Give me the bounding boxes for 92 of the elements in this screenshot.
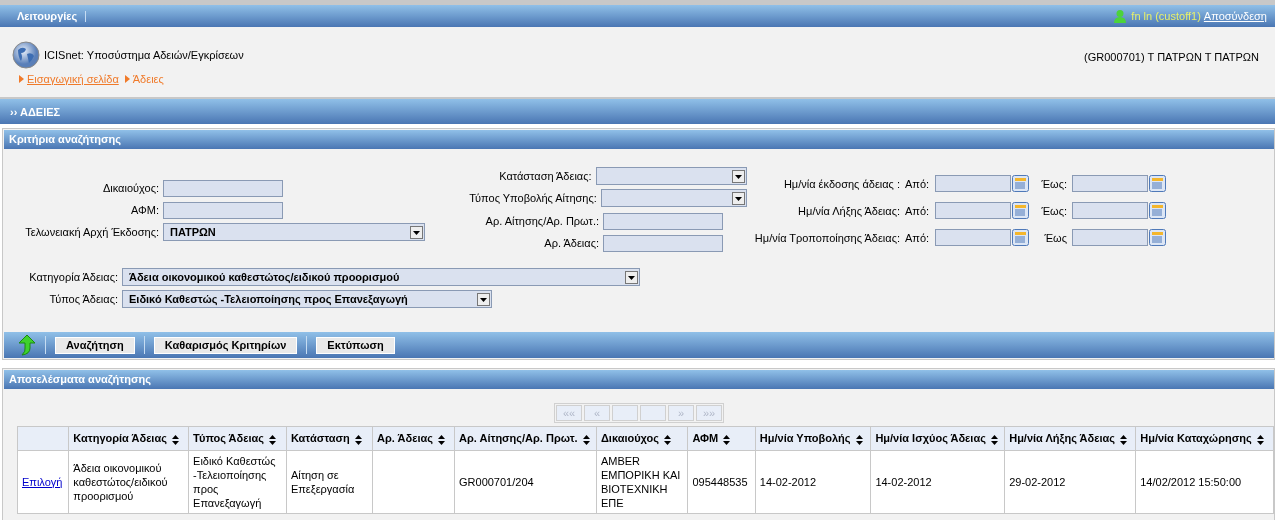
caret-icon xyxy=(477,292,490,306)
sort-icon[interactable] xyxy=(582,434,590,445)
toolbar-button[interactable]: Αναζήτηση xyxy=(55,336,135,354)
dropdown[interactable] xyxy=(600,189,747,207)
caret-icon xyxy=(732,169,745,183)
panel-header: Κριτήρια αναζήτησης xyxy=(4,130,1274,149)
table-cell: 14-02-2012 xyxy=(755,450,871,514)
column-header[interactable]: Ημ/νία Λήξης Άδειας xyxy=(1004,426,1136,451)
column-header[interactable]: Κατηγορία Άδειας xyxy=(68,426,189,451)
field-label: Τελωνειακή Αρχή Έκδοσης: xyxy=(24,226,159,238)
text-field[interactable] xyxy=(603,234,723,252)
sort-icon[interactable] xyxy=(990,434,998,445)
calendar-icon[interactable] xyxy=(1012,175,1029,192)
field-label: Κατηγορία Άδειας: xyxy=(28,271,118,283)
field-label: Κατάσταση Άδειας: xyxy=(498,170,592,182)
field-label: Ημ/νία Λήξης Άδειας: xyxy=(797,204,900,217)
sort-icon[interactable] xyxy=(1256,434,1264,445)
to-label: Έως xyxy=(1043,231,1067,244)
sort-icon[interactable] xyxy=(1120,434,1127,445)
toolbar-button[interactable]: Καθαρισμός Κριτηρίων xyxy=(153,336,298,354)
text-field[interactable] xyxy=(163,201,283,219)
column-header[interactable]: Δικαιούχος xyxy=(596,426,688,451)
date-field[interactable] xyxy=(1072,202,1148,219)
dropdown[interactable]: Άδεια οικονομικού καθεστώτος/ειδικού προορισμού xyxy=(122,268,640,286)
sort-icon[interactable] xyxy=(723,434,731,445)
arrow-icon xyxy=(19,75,24,83)
user-name: fn ln (custoff1) xyxy=(1131,10,1201,22)
dropdown[interactable] xyxy=(595,167,747,185)
date-field[interactable] xyxy=(1072,175,1148,192)
table-cell: Ειδικό Καθεστώς -Τελειοποίησης προς Επανεξαγωγή xyxy=(188,450,287,514)
table-cell: 095448535 xyxy=(687,450,756,514)
field-label: Τύπος Υποβολής Αίτησης: xyxy=(468,192,597,204)
field-label: Αρ. Αίτησης/Αρ. Πρωτ.: xyxy=(484,215,599,227)
table-cell: AMBER ΕΜΠΟΡΙΚΗ ΚΑΙ ΒΙΟΤΕΧΝΙΚΗ ΕΠΕ xyxy=(596,450,688,514)
calendar-icon[interactable] xyxy=(1012,229,1029,246)
sort-icon[interactable] xyxy=(855,434,863,445)
calendar-icon[interactable] xyxy=(1149,202,1166,219)
table-cell: 29-02-2012 xyxy=(1004,450,1136,514)
table-cell: Αίτηση σε Επεξεργασία xyxy=(286,450,373,514)
calendar-icon[interactable] xyxy=(1149,229,1166,246)
field-label: ΑΦΜ: xyxy=(130,204,159,216)
date-field[interactable] xyxy=(1072,229,1148,246)
sort-icon[interactable] xyxy=(269,434,277,445)
dropdown[interactable]: ΠΑΤΡΩΝ xyxy=(163,223,425,241)
calendar-icon[interactable] xyxy=(1012,202,1029,219)
field-label: Ημ/νία έκδοσης άδειας : xyxy=(782,177,900,190)
field-label: Ημ/νία Τροποποίησης Άδειας: xyxy=(753,231,900,244)
table-cell: 14/02/2012 15:50:00 xyxy=(1135,450,1274,514)
column-header[interactable]: Ημ/νία Ισχύος Άδειας xyxy=(870,426,1005,451)
table-cell: Άδεια οικονομικού καθεστώτος/ειδικού προορισμού xyxy=(68,450,189,514)
toolbar-button[interactable]: Εκτύπωση xyxy=(316,336,395,354)
caret-icon xyxy=(625,270,638,284)
from-label: Από: xyxy=(905,177,931,190)
sort-icon[interactable] xyxy=(438,434,445,445)
column-header[interactable]: Ημ/νία Καταχώρησης xyxy=(1135,426,1274,451)
table-cell: GR000701/204 xyxy=(454,450,597,514)
up-arrow-icon[interactable] xyxy=(18,334,36,356)
select-link[interactable]: Επιλογή xyxy=(22,476,63,488)
column-header[interactable]: Αρ. Αίτησης/Αρ. Πρωτ. xyxy=(454,426,597,451)
to-label: Έως: xyxy=(1040,177,1067,190)
sort-icon[interactable] xyxy=(354,434,362,445)
sort-icon[interactable] xyxy=(664,434,672,445)
user-icon xyxy=(1114,9,1127,23)
breadcrumb-current: Άδειες xyxy=(132,73,164,85)
to-label: Έως: xyxy=(1040,204,1067,217)
date-field[interactable] xyxy=(935,202,1011,219)
column-header[interactable]: Ημ/νία Υποβολής xyxy=(755,426,871,451)
caret-icon xyxy=(732,191,745,205)
table-cell: 14-02-2012 xyxy=(870,450,1005,514)
column-header[interactable]: ΑΦΜ xyxy=(687,426,756,451)
app-title: ICISnet: Υποσύστημα Αδειών/Εγκρίσεων xyxy=(44,49,244,61)
text-field[interactable] xyxy=(163,179,283,197)
field-label: Αρ. Άδειας: xyxy=(543,237,599,249)
globe-icon xyxy=(12,41,40,69)
arrow-icon xyxy=(124,75,130,83)
text-field[interactable] xyxy=(603,212,723,230)
sort-icon[interactable] xyxy=(171,434,179,445)
dropdown[interactable]: Ειδικό Καθεστώς -Τελειοποίησης προς Επανεξαγωγή xyxy=(122,290,492,308)
office-name: (GR000701) Τ ΠΑΤΡΩΝ Τ ΠΑΤΡΩΝ xyxy=(1084,51,1259,63)
column-header[interactable]: Τύπος Άδειας xyxy=(188,426,287,451)
calendar-icon[interactable] xyxy=(1149,175,1166,192)
from-label: Από: xyxy=(905,204,931,217)
field-label: Δικαιούχος: xyxy=(101,182,159,194)
date-field[interactable] xyxy=(935,229,1011,246)
section-bar: ›› ΑΔΕΙΕΣ xyxy=(0,97,1275,124)
column-header[interactable]: Κατάσταση xyxy=(286,426,373,451)
from-label: Από: xyxy=(905,231,931,244)
column-header[interactable]: Αρ. Άδειας xyxy=(372,426,455,451)
field-label: Τύπος Άδειας: xyxy=(48,293,118,305)
date-field[interactable] xyxy=(935,175,1011,192)
caret-icon xyxy=(410,225,423,239)
panel-header: Αποτελέσματα αναζήτησης xyxy=(4,370,1274,389)
